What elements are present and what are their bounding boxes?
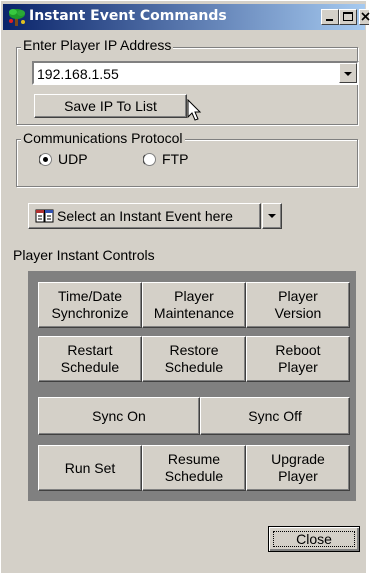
ip-address-group-label: Enter Player IP Address	[21, 37, 174, 53]
close-button[interactable]: Close	[268, 526, 360, 552]
minimize-icon	[326, 19, 333, 21]
select-instant-event-button[interactable]: Select an Instant Event here	[28, 203, 261, 229]
combo-dropdown-button[interactable]	[339, 63, 357, 83]
protocol-group-label: Communications Protocol	[21, 130, 185, 146]
select-instant-event-label: Select an Instant Event here	[57, 207, 233, 224]
sync-on-button[interactable]: Sync On	[38, 397, 200, 435]
close-window-button[interactable]	[359, 9, 370, 25]
maximize-button[interactable]	[339, 9, 357, 25]
sync-off-button[interactable]: Sync Off	[200, 397, 350, 435]
tree-icon	[7, 7, 27, 27]
radio-unselected-icon	[142, 152, 156, 166]
event-calendar-icon	[35, 207, 55, 225]
radio-ftp-label: FTP	[162, 151, 189, 167]
instant-event-dropdown-button[interactable]	[262, 203, 282, 229]
instant-controls-label: Player Instant Controls	[13, 247, 155, 263]
player-version-button[interactable]: Player Version	[246, 282, 350, 328]
restart-schedule-button[interactable]: Restart Schedule	[38, 336, 142, 382]
title-bar[interactable]: Instant Event Commands	[3, 4, 370, 30]
save-ip-button[interactable]: Save IP To List	[34, 94, 187, 118]
radio-udp[interactable]: UDP	[38, 151, 88, 167]
time-date-synchronize-button[interactable]: Time/Date Synchronize	[38, 282, 142, 328]
restore-schedule-button[interactable]: Restore Schedule	[142, 336, 246, 382]
minimize-button[interactable]	[321, 9, 339, 25]
instant-controls-panel: Time/Date Synchronize Player Maintenance P…	[28, 271, 356, 501]
mouse-pointer-icon	[187, 98, 203, 126]
run-set-button[interactable]: Run Set	[38, 445, 142, 491]
ip-address-combobox[interactable]: 192.168.1.55	[32, 61, 359, 85]
reboot-player-button[interactable]: Reboot Player	[246, 336, 350, 382]
window-title: Instant Event Commands	[29, 8, 227, 24]
chevron-down-icon	[268, 214, 276, 218]
ip-address-value: 192.168.1.55	[37, 66, 119, 82]
resume-schedule-button[interactable]: Resume Schedule	[142, 445, 246, 491]
player-maintenance-button[interactable]: Player Maintenance	[142, 282, 246, 328]
close-icon	[361, 12, 370, 21]
maximize-icon	[343, 12, 353, 21]
radio-udp-label: UDP	[58, 151, 88, 167]
chevron-down-icon	[344, 72, 352, 76]
radio-ftp[interactable]: FTP	[142, 151, 189, 167]
focus-rectangle	[273, 531, 355, 547]
radio-selected-icon	[38, 152, 52, 166]
upgrade-player-button[interactable]: Upgrade Player	[246, 445, 350, 491]
instant-event-commands-window: Instant Event Commands Enter Player IP A…	[0, 0, 370, 573]
